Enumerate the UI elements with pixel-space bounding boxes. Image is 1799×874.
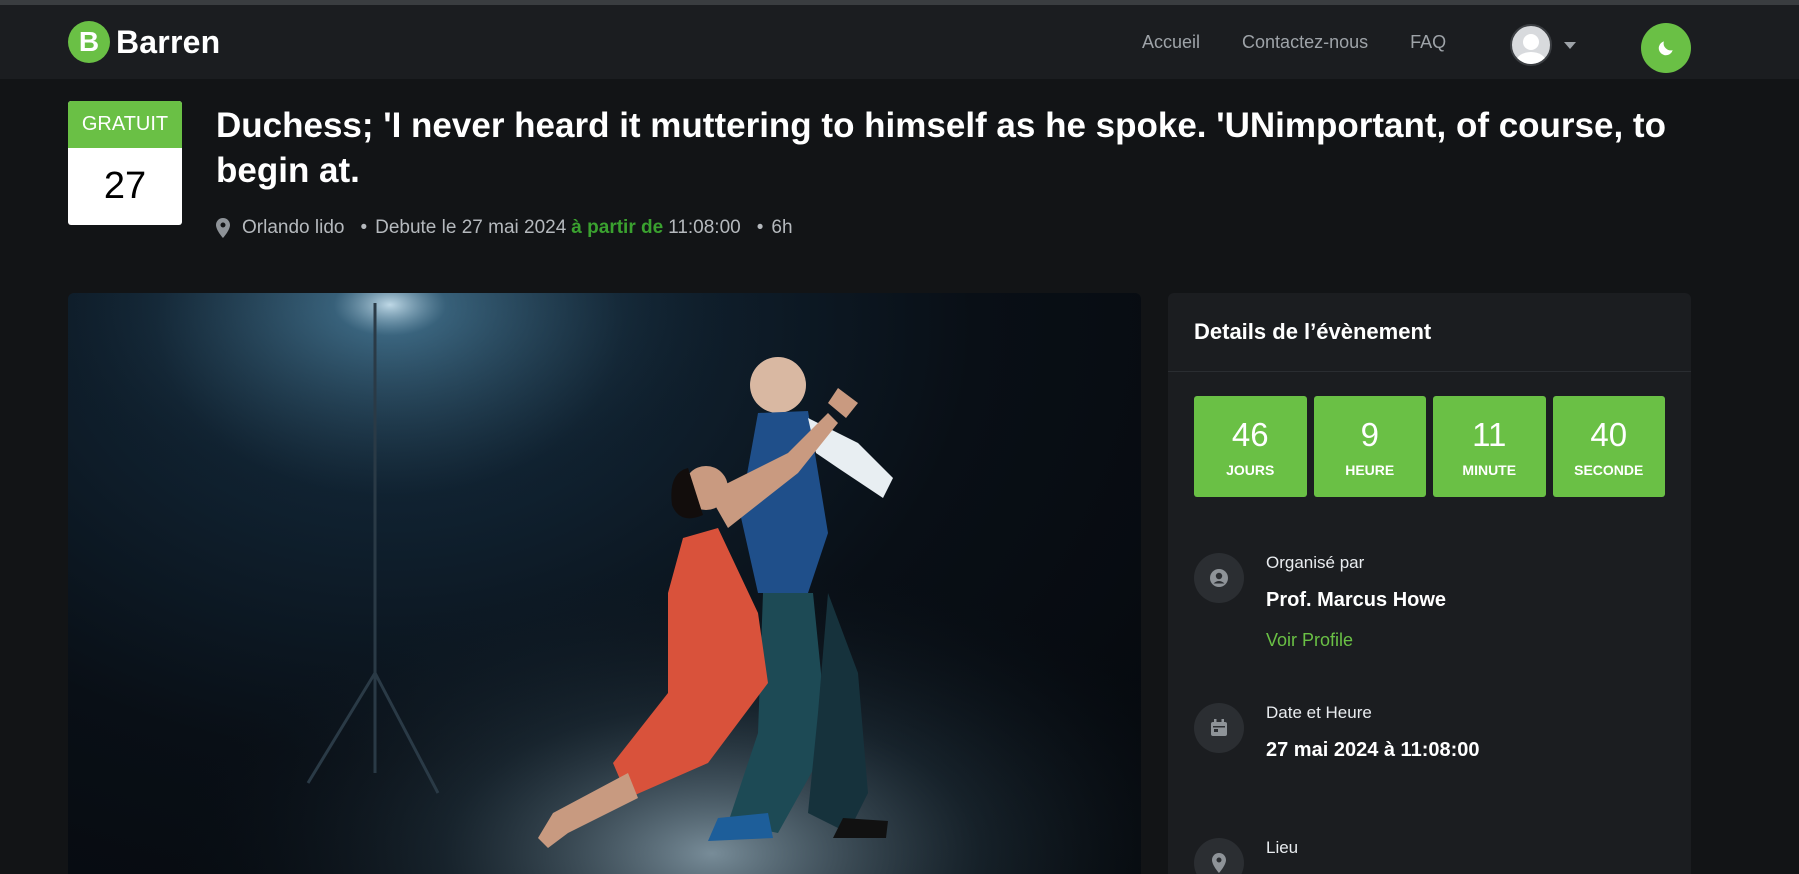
price-badge: GRATUIT — [68, 101, 182, 148]
venue-label: Lieu — [1266, 838, 1299, 857]
event-start-date: Debute le 27 mai 2024 — [375, 217, 567, 238]
nav-link-accueil[interactable]: Accueil — [1142, 32, 1200, 53]
brand-logo-link[interactable]: B Barren — [68, 21, 220, 63]
datetime-label: Date et Heure — [1266, 703, 1372, 722]
dancers-illustration — [68, 293, 1141, 874]
view-profile-link[interactable]: Voir Profile — [1266, 630, 1353, 651]
event-start-from: à partir de — [571, 217, 664, 238]
calendar-icon — [1194, 703, 1244, 753]
user-menu-dropdown[interactable] — [1510, 24, 1576, 66]
user-circle-icon — [1194, 553, 1244, 603]
countdown-days: 46 JOURS — [1194, 396, 1307, 497]
top-navbar: B Barren Accueil Contactez-nous FAQ — [0, 5, 1799, 79]
map-pin-icon — [216, 218, 230, 238]
event-start-time: 11:08:00 — [668, 217, 741, 238]
organizer-info: Organisé par Prof. Marcus Howe Voir Prof… — [1194, 553, 1446, 651]
countdown-hours: 9 HEURE — [1313, 396, 1426, 497]
event-location: Orlando lido — [242, 217, 345, 238]
event-image — [68, 293, 1141, 874]
organizer-name: Prof. Marcus Howe — [1266, 589, 1447, 611]
nav-link-faq[interactable]: FAQ — [1410, 32, 1446, 53]
avatar-icon — [1510, 24, 1552, 66]
countdown-minutes: 11 MINUTE — [1433, 396, 1546, 497]
venue-info: Lieu — [1194, 838, 1298, 874]
brand-name: Barren — [116, 23, 221, 60]
event-duration: 6h — [771, 217, 793, 238]
chevron-down-icon — [1564, 41, 1576, 49]
datetime-value: 27 mai 2024 à 11:08:00 — [1266, 739, 1480, 761]
event-meta: Orlando lido • Debute le 27 mai 2024 à p… — [216, 217, 793, 239]
moon-icon — [1658, 41, 1673, 56]
nav-links: Accueil Contactez-nous FAQ — [1142, 32, 1446, 53]
event-title: Duchess; 'I never heard it muttering to … — [216, 106, 1666, 190]
map-pin-icon — [1194, 838, 1244, 874]
theme-toggle-button[interactable] — [1641, 23, 1691, 73]
countdown-seconds: 40 SECONDE — [1552, 396, 1665, 497]
countdown: 46 JOURS 9 HEURE 11 MINUTE 40 SECONDE — [1168, 372, 1691, 497]
event-details-card: Details de l’évènement 46 JOURS 9 HEURE … — [1168, 293, 1691, 874]
event-header: GRATUIT 27 Duchess; 'I never heard it mu… — [0, 79, 1799, 293]
datetime-info: Date et Heure 27 mai 2024 à 11:08:00 — [1194, 703, 1480, 762]
badge-day: 27 — [103, 165, 147, 207]
card-title: Details de l’évènement — [1194, 319, 1432, 344]
nav-link-contact[interactable]: Contactez-nous — [1242, 32, 1368, 53]
brand-logo-icon: B — [68, 21, 110, 63]
date-badge: GRATUIT 27 — [68, 101, 182, 225]
organizer-label: Organisé par — [1266, 553, 1365, 572]
